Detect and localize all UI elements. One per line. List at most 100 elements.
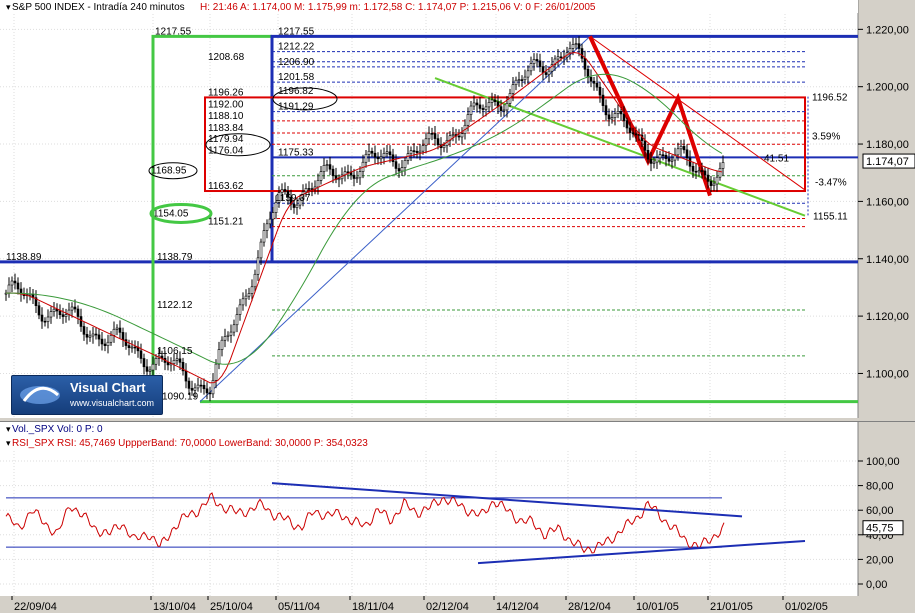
candle-body: [595, 82, 599, 88]
level-label: 1206.90: [278, 57, 315, 68]
level-label: 1217.55: [278, 26, 315, 37]
candle-body: [367, 150, 371, 155]
candle-body: [271, 212, 275, 220]
candle-body: [514, 79, 518, 86]
candle-body: [115, 327, 119, 330]
candle-body: [172, 360, 176, 364]
candle-body: [364, 153, 368, 163]
candle-body: [124, 339, 128, 346]
candle-body: [655, 157, 659, 163]
candle-body: [547, 70, 551, 75]
candle-body: [688, 157, 692, 167]
candle-body: [484, 106, 488, 110]
candle-body: [568, 48, 572, 54]
chevron-down-icon[interactable]: ▾: [6, 438, 11, 448]
candle-body: [658, 154, 662, 159]
candle-body: [571, 44, 575, 49]
candle-body: [118, 327, 122, 333]
x-tick-label: 21/01/05: [710, 601, 753, 613]
candle-body: [436, 138, 440, 146]
candle-body: [355, 177, 359, 180]
indicator-panel[interactable]: Vol._SPX Vol: 0 P: 0 RSI_SPX RSI: 45,746…: [0, 421, 915, 596]
x-tick-label: 25/10/04: [210, 601, 253, 613]
last-price-label: 1.174,07: [866, 156, 909, 168]
level-label: 1151.21: [208, 217, 244, 228]
candle-body: [706, 174, 710, 182]
candle-body: [532, 59, 536, 64]
candle-body: [358, 171, 362, 179]
candle-body: [337, 178, 341, 181]
candle-body: [91, 333, 95, 337]
y-tick-label: 1.160,00: [866, 196, 909, 208]
candle-body: [154, 358, 158, 365]
candle-body: [76, 308, 80, 317]
candle-body: [70, 306, 74, 311]
candle-body: [598, 86, 602, 96]
candle-body: [352, 174, 356, 179]
candle-body: [223, 336, 227, 341]
candle-body: [385, 151, 389, 154]
candle-body: [457, 135, 461, 138]
candle-body: [397, 168, 401, 172]
candle-body: [475, 102, 479, 106]
chevron-down-icon[interactable]: ▾: [6, 424, 11, 434]
level-label: 1183.84: [208, 123, 244, 134]
candle-body: [715, 176, 719, 185]
candle-body: [391, 154, 395, 162]
level-label: 1192.00: [208, 100, 244, 111]
candle-body: [652, 161, 656, 164]
candle-body: [442, 145, 446, 149]
candle-body: [58, 310, 62, 315]
candle-body: [220, 339, 224, 350]
y-tick-label: 1.180,00: [866, 139, 909, 151]
candle-body: [262, 230, 266, 243]
candle-body: [376, 156, 380, 160]
candle-body: [412, 150, 416, 152]
candle-body: [304, 188, 308, 193]
vol-header: Vol._SPX Vol: 0 P: 0: [12, 424, 103, 435]
candle-body: [196, 384, 200, 389]
candle-body: [370, 150, 374, 154]
candle-body: [187, 380, 191, 389]
candle-body: [166, 362, 170, 366]
visual-chart-logo: Visual Chart www.visualchart.com: [11, 375, 163, 415]
candle-body: [676, 148, 680, 156]
rsi-header: RSI_SPX RSI: 45,7469 UppperBand: 70,0000…: [12, 438, 368, 449]
candle-body: [517, 79, 521, 81]
candle-body: [679, 146, 683, 150]
y-tick-label: 1.120,00: [866, 311, 909, 323]
chevron-down-icon[interactable]: ▾: [6, 2, 11, 12]
candle-body: [481, 108, 485, 110]
candle-body: [319, 171, 323, 181]
candle-body: [544, 72, 548, 75]
candle-body: [592, 80, 596, 84]
x-axis: 22/09/04 13/10/04 25/10/04 05/11/04 18/11/04…: [0, 596, 915, 613]
candle-body: [16, 282, 20, 290]
level-label: 1159.37: [275, 193, 311, 204]
chart-quote: H: 21:46 A: 1.174,00 M: 1.175,99 m: 1.17…: [200, 2, 596, 13]
candle-body: [244, 295, 248, 300]
candle-body: [421, 145, 425, 152]
candle-body: [487, 102, 491, 108]
candle-body: [202, 384, 206, 390]
x-tick-label: 28/12/04: [568, 601, 611, 613]
candle-body: [73, 306, 77, 310]
candle-body: [499, 106, 503, 111]
candle-body: [478, 104, 482, 109]
candle-body: [505, 103, 509, 111]
level-label: 1175.33: [278, 147, 314, 158]
candle-body: [232, 324, 236, 333]
candle-body: [112, 328, 116, 336]
y-tick-label: 100,00: [866, 456, 900, 468]
candle-body: [619, 111, 623, 115]
level-label: 1179.94: [208, 134, 244, 145]
candle-body: [256, 257, 260, 275]
candle-body: [82, 326, 86, 335]
candle-body: [238, 304, 242, 315]
annotation-label: 41.51: [764, 154, 789, 165]
candle-body: [430, 133, 434, 135]
candle-body: [388, 151, 392, 156]
level-label: 1163.62: [208, 181, 244, 192]
price-chart-panel[interactable]: 1217.55 1217.55 1212.22 1208.68 1206.90 1201.…: [0, 0, 915, 418]
logo-title: Visual Chart: [70, 380, 146, 395]
